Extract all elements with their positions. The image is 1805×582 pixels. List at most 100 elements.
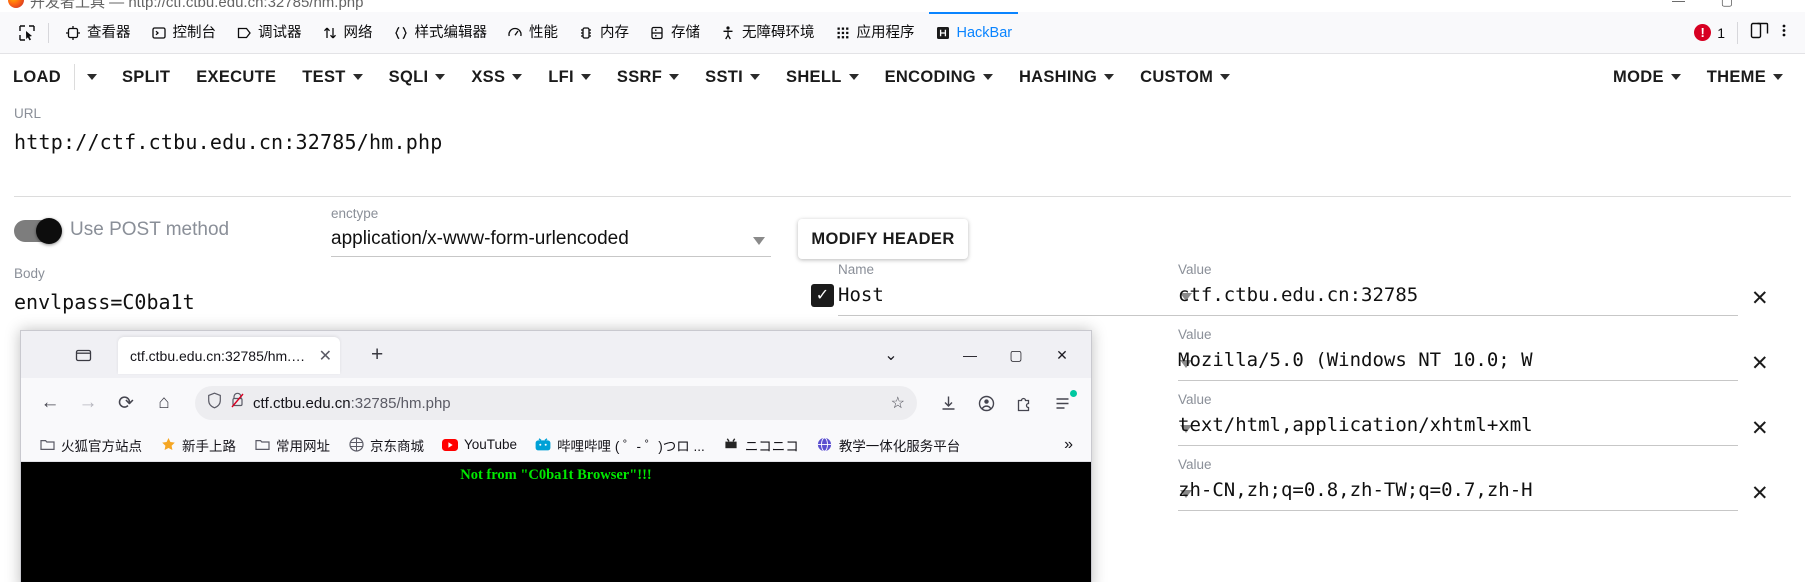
devtools-tab-memory[interactable]: 内存 [568,12,639,54]
window-minimize-button[interactable]: — [1672,0,1685,8]
hackbar-button-shell[interactable]: SHELL [773,54,872,100]
hackbar-load-dropdown-button[interactable] [75,54,109,100]
forward-icon[interactable]: → [69,386,107,420]
devtools-tab-style-editor[interactable]: 样式编辑器 [383,12,498,54]
header-value-input[interactable]: ctf.ctbu.edu.cn:32785 [1178,284,1738,316]
performance-icon [507,25,523,41]
application-icon [835,25,851,41]
enctype-field-label: enctype [331,206,379,221]
remove-header-button[interactable]: ✕ [1751,483,1769,504]
window-maximize-button[interactable]: ▢ [1721,0,1733,9]
header-enabled-checkbox[interactable]: ✓ [811,284,834,307]
enctype-select[interactable]: application/x-www-form-urlencoded [331,228,771,257]
bookmark-item[interactable]: 教学一体化服务平台 [809,432,969,458]
hackbar-button-theme[interactable]: THEME [1694,54,1805,100]
hackbar-button-label: MODE [1613,68,1664,86]
remove-header-button[interactable]: ✕ [1751,288,1769,309]
chevron-down-icon [1104,74,1115,80]
hackbar-button-test[interactable]: TEST [289,54,375,100]
hackbar-button-custom[interactable]: CUSTOM [1127,54,1243,100]
header-value-input[interactable]: zh-CN,zh;q=0.8,zh-TW;q=0.7,zh-H [1178,479,1738,511]
browser-tab[interactable]: ctf.ctbu.edu.cn:32785/hm.php ✕ [118,337,340,374]
devtools-tab-accessibility[interactable]: 无障碍环境 [710,12,825,54]
devtools-tab-inspector[interactable]: 查看器 [55,12,141,54]
bookmark-star-icon[interactable]: ☆ [891,393,905,413]
star-favicon [160,437,176,453]
home-icon[interactable]: ⌂ [145,386,183,420]
window-restore-button[interactable]: ⌃ [1770,0,1781,9]
devtools-tab-storage[interactable]: 存储 [639,12,710,54]
remove-header-button[interactable]: ✕ [1751,418,1769,439]
hackbar-button-encoding[interactable]: ENCODING [872,54,1006,100]
hackbar-button-mode[interactable]: MODE [1600,54,1694,100]
header-value-column-label: Value [1178,392,1212,407]
devtools-tab-hackbar[interactable]: HackBar [925,11,1023,54]
devtools-toolbar-right: ! 1 [1694,21,1797,45]
use-post-method-toggle[interactable] [14,218,62,244]
element-picker-icon[interactable] [12,19,42,47]
devtools-tab-label: 网络 [343,24,373,41]
console-icon [151,25,167,41]
bookmark-item[interactable]: 常用网址 [246,432,338,458]
bookmark-item[interactable]: ニコニコ [715,432,807,458]
account-icon[interactable] [967,386,1005,420]
downloads-icon[interactable] [929,386,967,420]
toggle-knob [36,218,62,244]
hackbar-button-ssti[interactable]: SSTI [692,54,773,100]
back-icon[interactable]: ← [31,386,69,420]
devtools-tab-console[interactable]: 控制台 [141,12,227,54]
hackbar-button-xss[interactable]: XSS [458,54,535,100]
devtools-tab-performance[interactable]: 性能 [497,12,568,54]
blocked-permission-icon[interactable] [230,392,245,414]
header-value-input[interactable]: Mozilla/5.0 (Windows NT 10.0; W [1178,349,1738,381]
browser-minimize-button[interactable]: — [947,339,993,371]
hackbar-button-sqli[interactable]: SQLI [376,54,459,100]
reload-icon[interactable]: ⟳ [107,386,145,420]
bookmark-item[interactable]: YouTube [434,434,525,456]
hackbar-button-hashing[interactable]: HASHING [1006,54,1127,100]
list-all-tabs-icon[interactable] [69,342,97,368]
hackbar-button-label: ENCODING [884,68,976,86]
hackbar-button-execute[interactable]: EXECUTE [183,54,289,100]
browser-nav-right [929,386,1081,420]
hackbar-button-split[interactable]: SPLIT [109,54,183,100]
app-menu-icon[interactable] [1043,386,1081,420]
header-value-input[interactable]: text/html,application/xhtml+xml [1178,414,1738,446]
bookmark-item[interactable]: 火狐官方站点 [31,432,150,458]
more-tools-icon[interactable] [1777,21,1791,45]
hackbar-button-ssrf[interactable]: SSRF [604,54,692,100]
devtools-tab-network[interactable]: 网络 [312,12,383,54]
new-tab-button[interactable]: + [371,343,383,367]
hackbar-button-load[interactable]: LOAD [0,54,74,100]
use-post-method-label: Use POST method [70,219,230,240]
bookmarks-overflow-icon[interactable]: » [1056,436,1081,454]
header-value-cell: Value text/html,application/xhtml+xml [1178,392,1738,446]
url-input[interactable]: http://ctf.ctbu.edu.cn:32785/hm.php [14,130,1805,154]
modify-header-button[interactable]: MODIFY HEADER [798,219,968,259]
browser-url-path: :32785/hm.php [350,394,451,412]
responsive-design-mode-icon[interactable] [1750,21,1769,45]
body-input[interactable]: envlpass=C0ba1t [14,290,195,314]
tracking-protection-icon[interactable] [207,392,222,414]
close-icon[interactable]: ✕ [311,346,332,366]
remove-header-button[interactable]: ✕ [1751,353,1769,374]
bookmark-item[interactable]: 哔哩哔哩 ( ゜- ゜)つロ ... [527,432,713,458]
chevron-down-icon[interactable]: ⌄ [871,339,911,371]
bookmark-item[interactable]: 新手上路 [152,432,244,458]
browser-maximize-button[interactable]: ▢ [993,339,1039,371]
header-name-select[interactable]: Host [838,284,1198,316]
bookmark-item[interactable]: 京东商城 [340,432,432,458]
bookmark-label: 常用网址 [276,438,330,454]
devtools-tab-debugger[interactable]: 调试器 [226,12,312,54]
browser-url-bar[interactable]: ctf.ctbu.edu.cn:32785/hm.php ☆ [195,386,917,420]
hackbar-button-lfi[interactable]: LFI [535,54,604,100]
extensions-icon[interactable] [1005,386,1043,420]
globe-favicon [817,437,833,453]
error-count-badge[interactable]: ! 1 [1694,24,1725,41]
browser-close-button[interactable]: ✕ [1039,339,1085,371]
devtools-tab-application[interactable]: 应用程序 [825,12,925,54]
bilibili-favicon [535,437,551,453]
update-badge-icon [1070,390,1077,397]
body-field-label: Body [14,266,45,281]
folder-icon [39,437,55,453]
